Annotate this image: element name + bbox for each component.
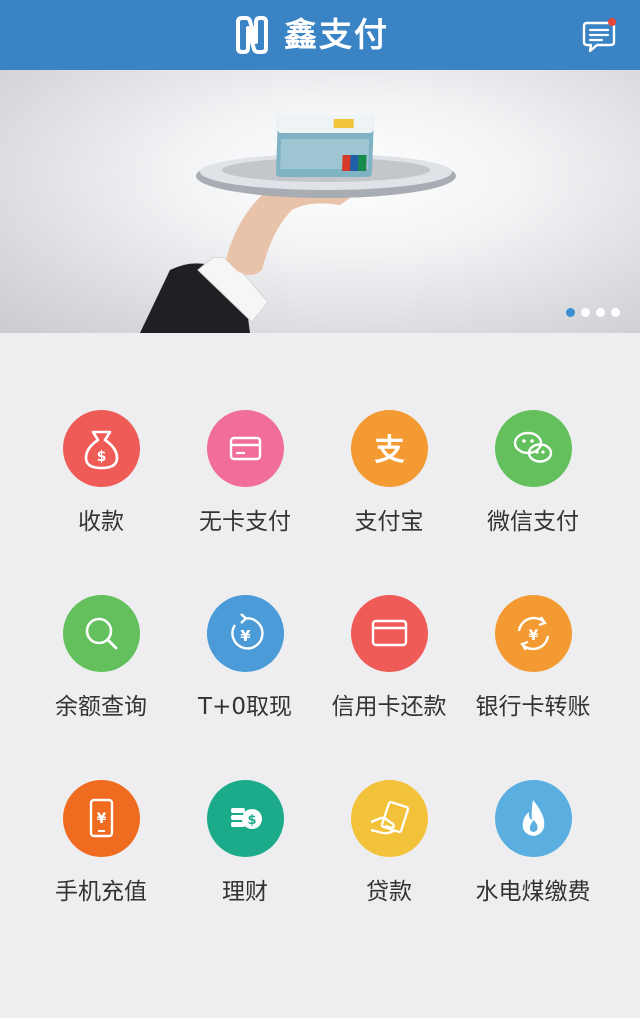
loan-hand-icon [351, 780, 428, 857]
service-label: 手机充值 [55, 879, 147, 905]
service-label: 余额查询 [55, 694, 147, 720]
yen-refresh-icon: ¥ [207, 595, 284, 672]
phone-yen-icon: ¥ [63, 780, 140, 857]
svg-text:¥: ¥ [97, 811, 107, 827]
carousel-dot[interactable] [611, 308, 620, 317]
service-t0-withdraw[interactable]: ¥ T+0取现 [173, 595, 317, 735]
promo-banner[interactable] [0, 70, 640, 333]
service-cardless-pay[interactable]: 无卡支付 [173, 410, 317, 550]
svg-text:¥: ¥ [529, 628, 539, 644]
service-wealth[interactable]: $ 理财 [173, 780, 317, 920]
service-wechat-pay[interactable]: 微信支付 [461, 410, 605, 550]
service-label: 银行卡转账 [475, 694, 591, 720]
service-utility-bills[interactable]: 水电煤缴费 [461, 780, 605, 920]
service-bank-transfer[interactable]: ¥ 银行卡转账 [461, 595, 605, 735]
service-collect[interactable]: $ 收款 [29, 410, 173, 550]
notification-dot [608, 18, 616, 26]
alipay-icon: 支 [351, 410, 428, 487]
service-label: 信用卡还款 [331, 694, 447, 720]
svg-text:$: $ [247, 813, 256, 828]
carousel-dot[interactable] [581, 308, 590, 317]
service-alipay[interactable]: 支 支付宝 [317, 410, 461, 550]
service-label: T+0取现 [198, 694, 292, 720]
service-balance-query[interactable]: 余额查询 [29, 595, 173, 735]
wechat-icon [495, 410, 572, 487]
service-label: 贷款 [366, 879, 412, 905]
service-label: 微信支付 [487, 509, 579, 535]
carousel-indicator[interactable] [566, 308, 620, 317]
svg-text:支: 支 [375, 433, 405, 468]
flame-icon [495, 780, 572, 857]
service-credit-card-repay[interactable]: 信用卡还款 [317, 595, 461, 735]
message-button[interactable] [580, 16, 620, 54]
service-loan[interactable]: 贷款 [317, 780, 461, 920]
banner-image [140, 115, 456, 333]
service-label: 无卡支付 [199, 509, 291, 535]
money-bag-icon: $ [63, 410, 140, 487]
card-icon [207, 410, 284, 487]
app-title: 鑫支付 [284, 15, 389, 54]
search-icon [63, 595, 140, 672]
n-logo-icon [232, 14, 272, 56]
coins-dollar-icon: $ [207, 780, 284, 857]
carousel-dot[interactable] [566, 308, 575, 317]
service-label: 水电煤缴费 [475, 879, 591, 905]
message-icon [582, 18, 616, 53]
svg-text:¥: ¥ [240, 627, 251, 645]
svg-text:$: $ [97, 449, 107, 465]
service-label: 收款 [78, 509, 124, 535]
service-label: 理财 [222, 879, 268, 905]
carousel-dot[interactable] [596, 308, 605, 317]
service-label: 支付宝 [354, 509, 424, 535]
yen-transfer-icon: ¥ [495, 595, 572, 672]
app-header: 鑫支付 [0, 0, 640, 70]
service-mobile-topup[interactable]: ¥ 手机充值 [29, 780, 173, 920]
credit-card-icon [351, 595, 428, 672]
